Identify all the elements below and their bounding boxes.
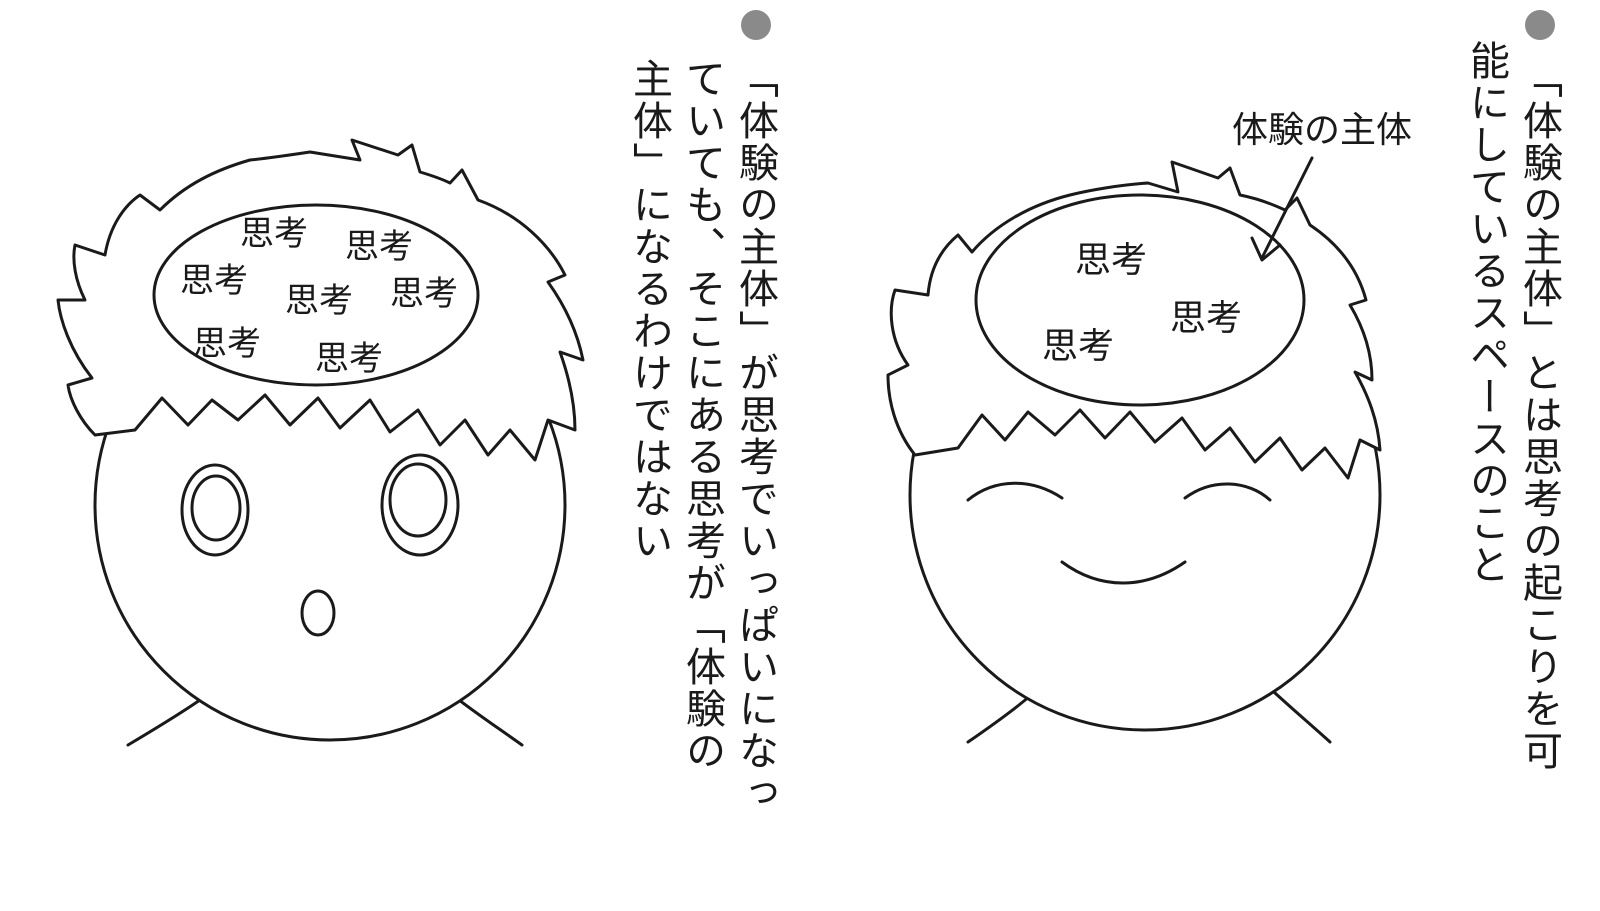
- thought-word: 思考: [345, 227, 413, 267]
- left-caption-line-2: ていても、そこにある思考が「体験の: [679, 58, 725, 772]
- annotation-label: 体験の主体: [1232, 110, 1412, 151]
- left-caption-line-3: 主体」になるわけではない: [626, 58, 672, 562]
- left-caption-line-1: 「体験の主体」が思考でいっぱいになっ: [732, 58, 778, 814]
- thought-word: 思考: [1170, 298, 1242, 339]
- thought-word: 思考: [180, 261, 248, 301]
- thought-word: 思考: [1042, 326, 1114, 367]
- left-panel: 思考 思考 思考 思考 思考 思考 思考 「体験の主体」が思考でいっぱいになっ …: [0, 0, 800, 911]
- thought-word: 思考: [315, 339, 383, 379]
- thought-word: 思考: [390, 274, 458, 314]
- thought-word: 思考: [240, 214, 308, 254]
- left-bullet: [741, 10, 771, 40]
- thought-word: 思考: [1075, 240, 1147, 281]
- right-bullet: [1525, 10, 1555, 40]
- right-caption-line-1: 「体験の主体」とは思考の起こりを可: [1516, 58, 1562, 772]
- thought-bubble: [974, 193, 1306, 407]
- thought-word: 思考: [285, 281, 353, 321]
- thought-word: 思考: [193, 324, 261, 364]
- right-panel: 思考 思考 思考 体験の主体 「体験の主体」とは思考の起こりを可 能にしているス…: [800, 0, 1600, 911]
- right-caption-line-2: 能にしているスペースのこと: [1463, 40, 1509, 586]
